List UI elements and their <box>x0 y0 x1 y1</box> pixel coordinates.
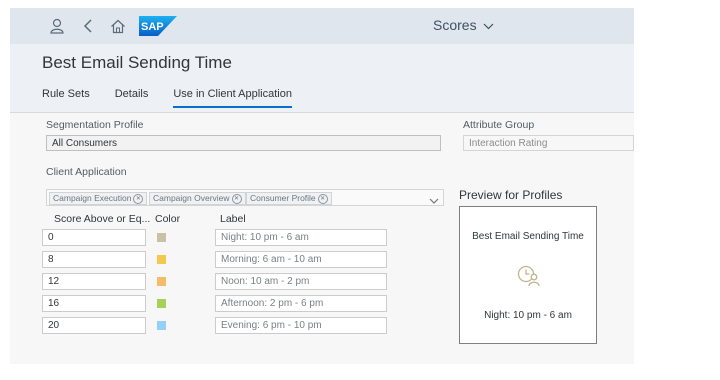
preview-title: Preview for Profiles <box>459 188 563 202</box>
user-icon[interactable] <box>47 16 67 36</box>
label-input[interactable]: Night: 10 pm - 6 am <box>215 229 387 246</box>
sap-logo[interactable]: SAP <box>139 16 177 36</box>
label-input[interactable]: Afternoon: 2 pm - 6 pm <box>215 295 387 312</box>
label-input[interactable]: Morning: 6 am - 10 am <box>215 251 387 268</box>
color-swatch[interactable] <box>157 233 166 242</box>
remove-token-icon[interactable]: ✕ <box>231 193 242 204</box>
client-application-label: Client Application <box>46 166 127 178</box>
preview-card: Best Email Sending Time Night: 10 pm - 6… <box>459 206 597 344</box>
score-input[interactable]: 0 <box>42 229 146 246</box>
tab-use-in-client-application[interactable]: Use in Client Application <box>173 88 292 108</box>
app-title: Scores <box>433 17 477 33</box>
page-title: Best Email Sending Time <box>42 53 232 72</box>
tab-details[interactable]: Details <box>115 88 149 108</box>
token-label: Consumer Profile <box>250 193 316 203</box>
app-window: SAP Scores Best Email Sending Time Rule … <box>10 8 634 364</box>
token-consumer-profile[interactable]: Consumer Profile ✕ <box>246 192 332 205</box>
attribute-group-label: Attribute Group <box>463 119 535 131</box>
column-header-label: Label <box>220 213 246 225</box>
score-input[interactable]: 12 <box>42 273 146 290</box>
color-swatch[interactable] <box>157 299 166 308</box>
color-swatch[interactable] <box>157 321 166 330</box>
color-swatch[interactable] <box>157 255 166 264</box>
label-input[interactable]: Evening: 6 pm - 10 pm <box>215 317 387 334</box>
token-label: Campaign Execution <box>53 193 132 203</box>
label-input[interactable]: Noon: 10 am - 2 pm <box>215 273 387 290</box>
score-input[interactable]: 8 <box>42 251 146 268</box>
chevron-down-icon[interactable] <box>429 192 439 210</box>
preview-card-name: Best Email Sending Time <box>472 231 584 242</box>
token-campaign-execution[interactable]: Campaign Execution ✕ <box>49 192 148 205</box>
segmentation-profile-field[interactable]: All Consumers <box>46 135 441 151</box>
back-icon[interactable] <box>78 16 98 36</box>
token-campaign-overview[interactable]: Campaign Overview ✕ <box>149 192 246 205</box>
app-title-menu[interactable]: Scores <box>433 17 494 33</box>
shell-bar: SAP Scores <box>10 8 634 44</box>
remove-token-icon[interactable]: ✕ <box>317 193 328 204</box>
client-application-multiselect[interactable]: Campaign Execution ✕ Campaign Overview ✕… <box>46 189 444 206</box>
home-icon[interactable] <box>108 16 128 36</box>
score-input[interactable]: 20 <box>42 317 146 334</box>
token-label: Campaign Overview <box>153 193 230 203</box>
tab-bar: Rule Sets Details Use in Client Applicat… <box>42 88 317 108</box>
segmentation-profile-label: Segmentation Profile <box>46 119 144 131</box>
attribute-group-field[interactable]: Interaction Rating <box>463 135 634 151</box>
object-header: Best Email Sending Time Rule Sets Detail… <box>10 44 634 113</box>
score-input[interactable]: 16 <box>42 295 146 312</box>
tab-rule-sets[interactable]: Rule Sets <box>42 88 90 108</box>
column-header-score: Score Above or Eq... <box>54 213 151 225</box>
column-header-color: Color <box>155 213 181 225</box>
color-swatch[interactable] <box>157 277 166 286</box>
sap-logo-text: SAP <box>141 21 164 33</box>
chevron-down-icon <box>483 17 494 33</box>
time-person-icon <box>517 265 541 292</box>
preview-card-value: Night: 10 pm - 6 am <box>484 310 572 321</box>
remove-token-icon[interactable]: ✕ <box>133 193 144 204</box>
